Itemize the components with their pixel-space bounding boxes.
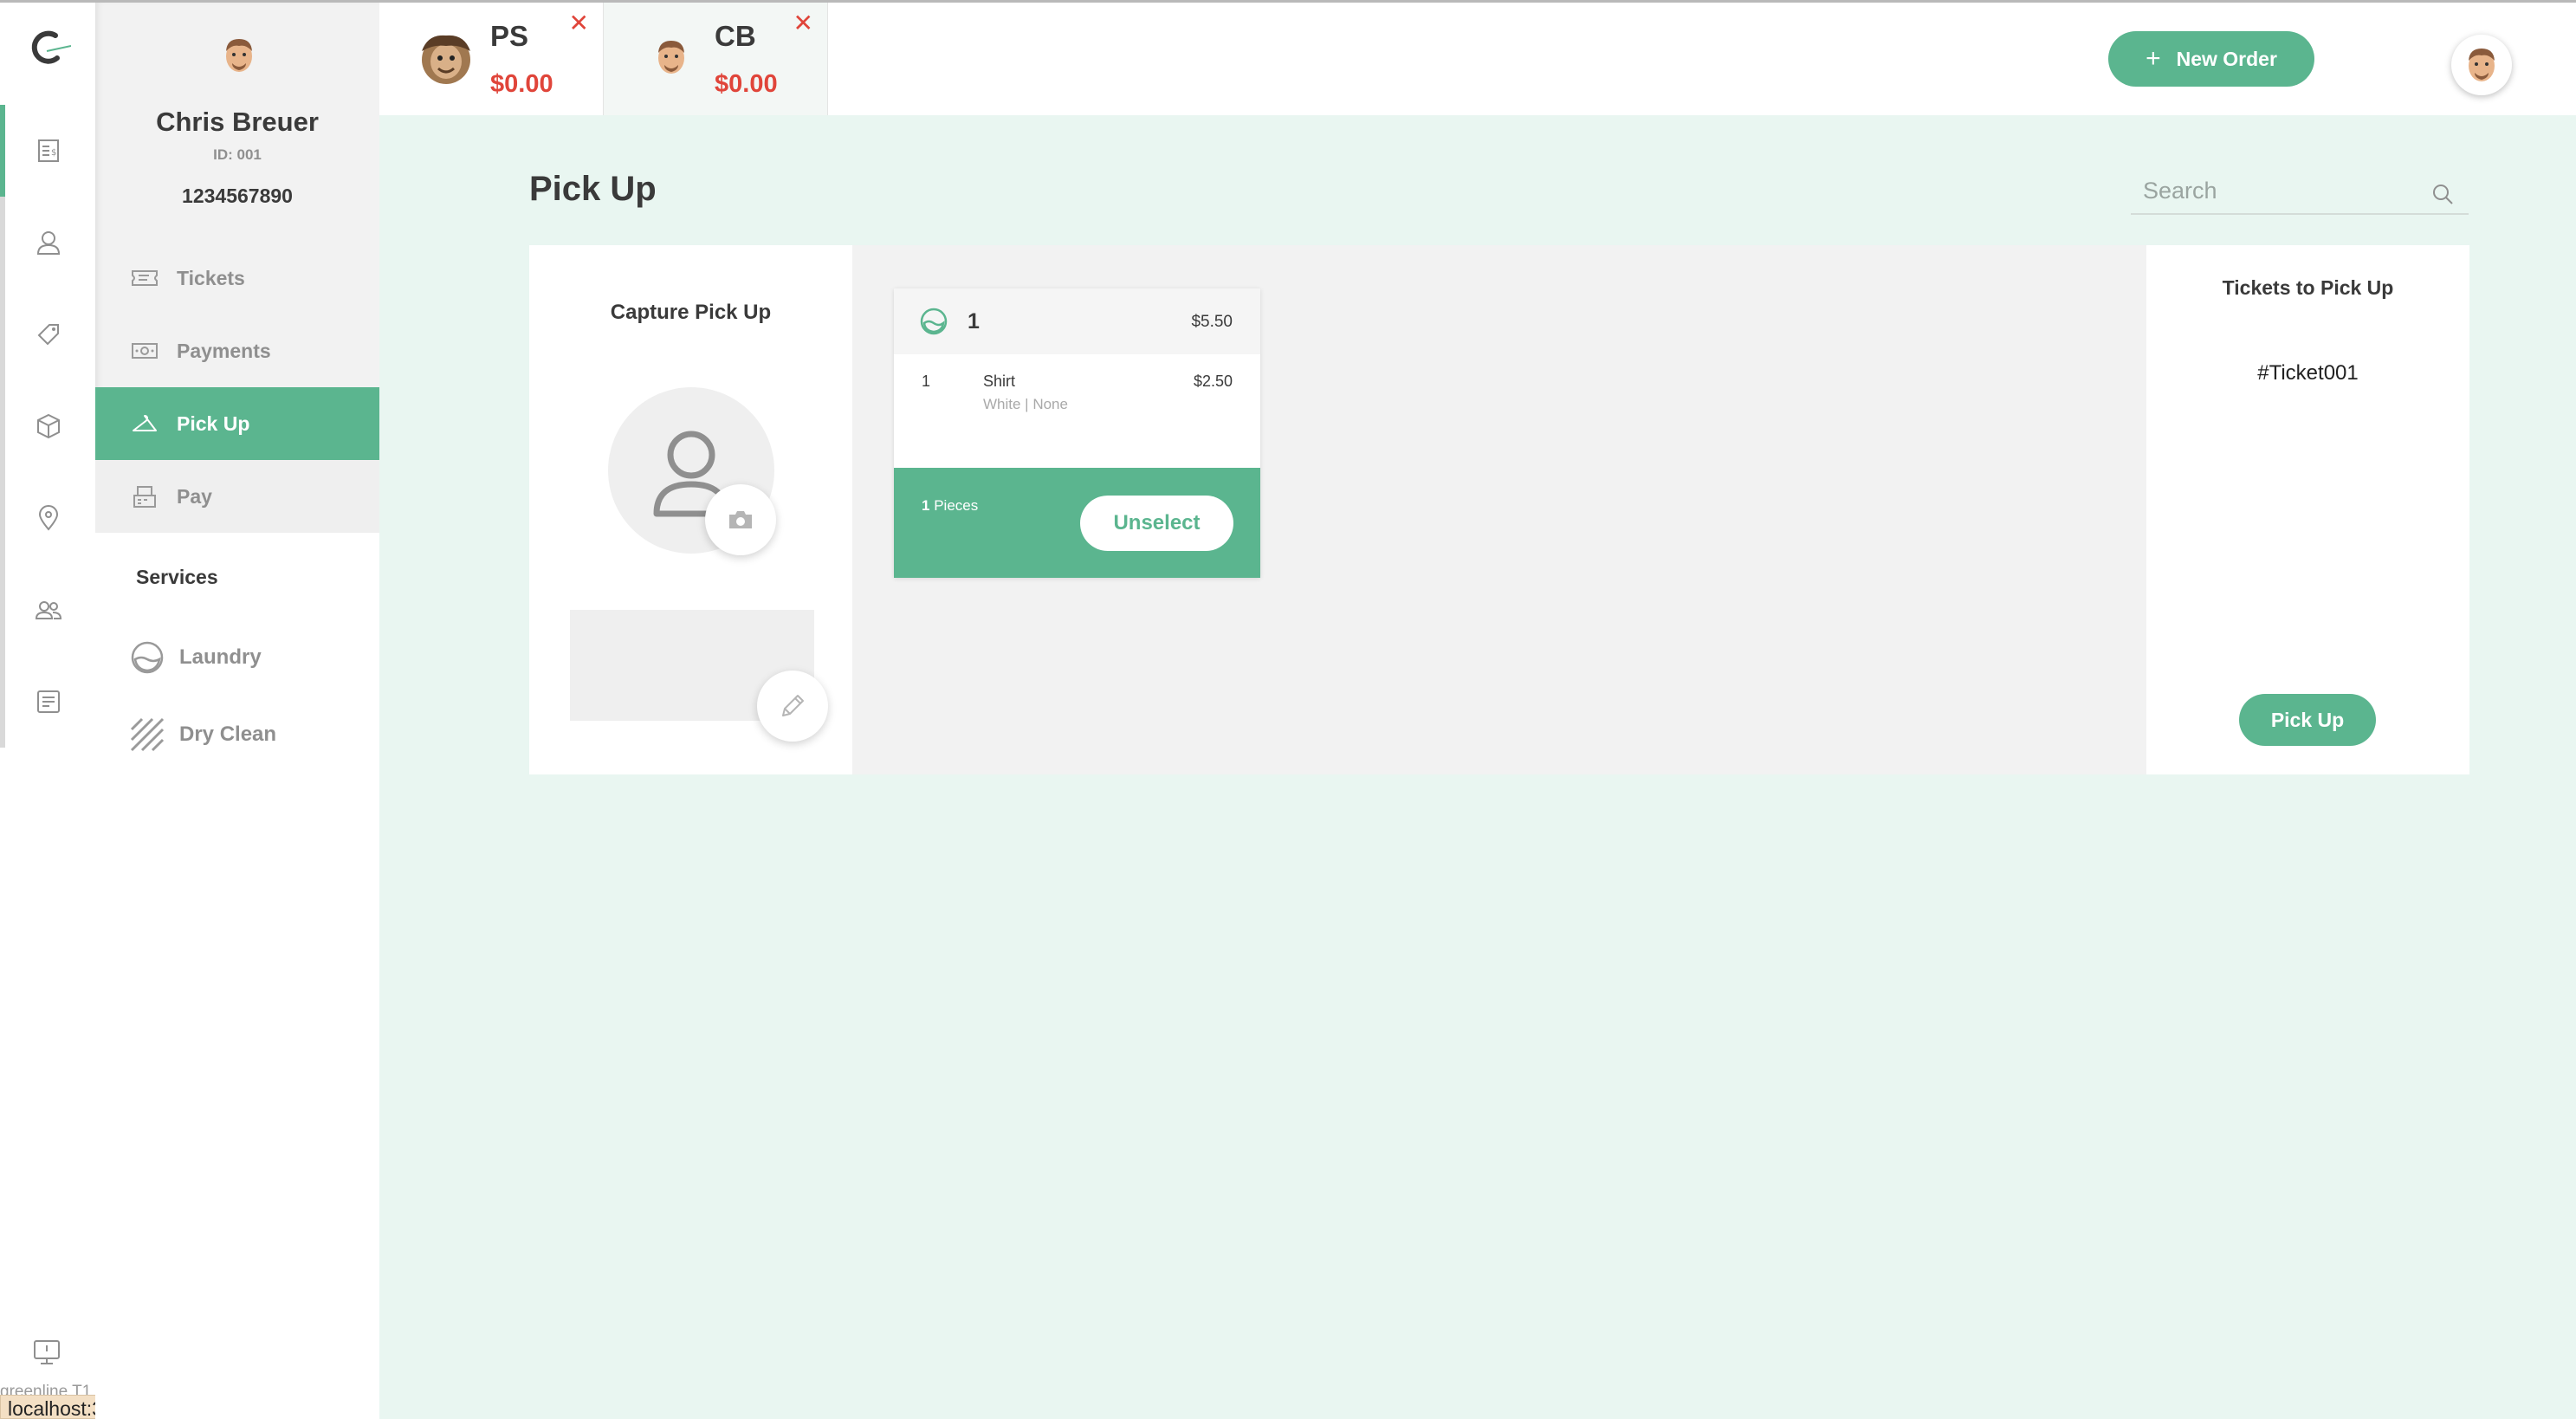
service-dry-clean[interactable]: Dry Clean (130, 717, 276, 752)
ticket-number: 1 (968, 309, 980, 334)
ticket-header: 1 $5.50 (894, 288, 1260, 354)
tab-amount: $0.00 (715, 70, 778, 98)
tab-initials: PS (490, 20, 529, 52)
capture-title: Capture Pick Up (610, 301, 772, 324)
ticket-total: $5.50 (1191, 313, 1233, 331)
customer-id: ID: 001 (213, 146, 262, 163)
tickets-panel-title: Tickets to Pick Up (2222, 276, 2394, 299)
new-order-button[interactable]: + New Order (2108, 31, 2314, 87)
users-icon[interactable] (32, 593, 65, 626)
new-order-label: New Order (2176, 47, 2277, 70)
pieces-number: 1 (922, 497, 930, 514)
tag-icon[interactable] (32, 318, 65, 351)
tab-avatar (658, 41, 684, 74)
search-box (2131, 172, 2469, 215)
line-item-details: White | None (983, 396, 1068, 412)
line-item-name: Shirt (983, 373, 1016, 390)
pieces-count: 1 Pieces (922, 497, 978, 515)
close-icon[interactable]: ✕ (793, 11, 813, 36)
pencil-icon (782, 695, 804, 716)
user-avatar-image (2469, 49, 2495, 81)
register-icon (133, 486, 156, 508)
page-title: Pick Up (529, 170, 657, 208)
laundry-icon (131, 641, 164, 674)
rail-edge-line (0, 197, 5, 748)
user-avatar[interactable] (2451, 35, 2512, 95)
search-icon[interactable] (2430, 182, 2455, 206)
rail-active-indicator (0, 105, 5, 197)
dry-clean-icon (130, 717, 165, 752)
customer-avatar (226, 39, 252, 72)
nav-item-label: Pick Up (177, 411, 250, 435)
plus-icon: + (2146, 44, 2161, 73)
hanger-icon (133, 415, 157, 431)
cash-icon (132, 343, 158, 359)
ticket-card[interactable]: 1 $5.50 1 Shirt White | None $2.50 1 Pie… (894, 288, 1260, 578)
monitor-icon[interactable] (31, 1337, 62, 1368)
capture-pickup-card: Capture Pick Up (529, 245, 852, 774)
camera-button[interactable] (705, 484, 776, 555)
nav-item-label: Pay (177, 484, 212, 508)
customer-phone: 1234567890 (182, 185, 293, 207)
tab-avatar (422, 35, 470, 84)
line-quantity: 1 (922, 373, 931, 390)
line-item-price: $2.50 (1193, 373, 1233, 390)
search-input[interactable] (2143, 175, 2420, 206)
tab-amount: $0.00 (490, 70, 553, 98)
signature-pen-button[interactable] (757, 671, 828, 742)
nav-item-label: Payments (177, 339, 271, 362)
receipt-icon[interactable]: $ (32, 134, 65, 167)
services-title: Services (136, 566, 218, 588)
pick-up-button[interactable]: Pick Up (2239, 694, 2376, 746)
customer-sidebar: Chris Breuer ID: 001 1234567890 Tickets … (95, 3, 379, 1419)
svg-text:$: $ (51, 148, 56, 158)
tickets-to-pickup-card: Tickets to Pick Up #Ticket001 Pick Up (2146, 245, 2469, 774)
ticket-icon (132, 270, 158, 286)
report-icon[interactable] (32, 685, 65, 718)
unselect-button[interactable]: Unselect (1080, 496, 1233, 551)
ticket-list-item[interactable]: #Ticket001 (2146, 361, 2469, 386)
nav-item-tickets[interactable]: Tickets (95, 242, 379, 314)
tab-initials: CB (715, 20, 756, 52)
customer-name: Chris Breuer (156, 107, 319, 137)
service-label: Laundry (179, 645, 262, 669)
service-laundry[interactable]: Laundry (130, 640, 262, 675)
user-icon[interactable] (32, 226, 65, 259)
laundry-icon (920, 308, 948, 335)
nav-item-pay[interactable]: Pay (95, 460, 379, 533)
nav-item-payments[interactable]: Payments (95, 314, 379, 387)
app-logo-icon[interactable] (23, 23, 71, 72)
services-panel: Services Laundry Dry Clean (95, 533, 379, 1419)
nav-item-label: Tickets (177, 266, 245, 289)
pieces-label: Pieces (934, 497, 979, 514)
nav-item-pick-up[interactable]: Pick Up (95, 387, 379, 460)
box-icon[interactable] (32, 410, 65, 443)
icon-rail: $ greenline T1 (0, 3, 95, 1419)
customer-tab-cb[interactable]: CB $0.00 ✕ (603, 3, 828, 115)
ticket-footer: 1 Pieces Unselect (894, 468, 1260, 578)
location-pin-icon[interactable] (32, 502, 65, 535)
service-label: Dry Clean (179, 722, 277, 746)
customer-tab-ps[interactable]: PS $0.00 ✕ (379, 3, 603, 115)
close-icon[interactable]: ✕ (569, 11, 589, 36)
camera-icon (729, 511, 752, 528)
